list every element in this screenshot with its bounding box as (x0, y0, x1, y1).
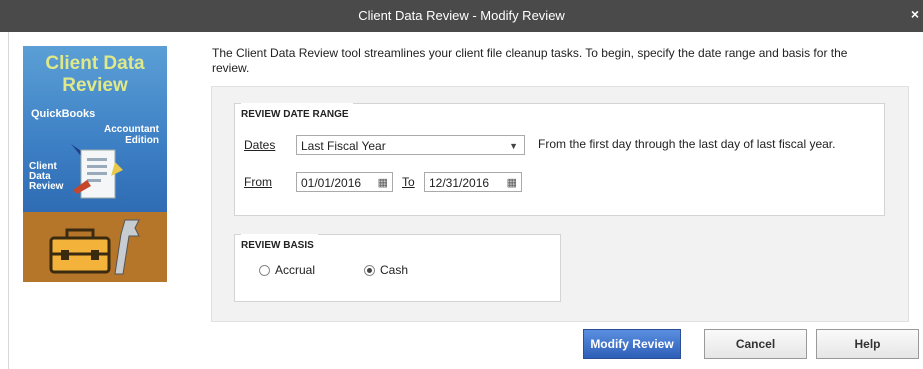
from-label-text: From (244, 175, 272, 189)
side-heading-line1: Client Data (45, 53, 145, 74)
document-icon (71, 144, 123, 199)
toolbox-icon (49, 219, 140, 275)
dates-description: From the first day through the last day … (538, 137, 836, 151)
dates-label: Dates (244, 138, 275, 152)
intro-text: The Client Data Review tool streamlines … (212, 46, 848, 75)
side-illustration-top: Client Data Review QuickBooks Accountant… (23, 46, 167, 212)
to-label-text: To (402, 175, 415, 189)
window-title: Client Data Review - Modify Review (358, 8, 565, 23)
help-button[interactable]: Help (816, 329, 919, 359)
title-bar[interactable]: Client Data Review - Modify Review × (0, 0, 923, 32)
cash-radio[interactable] (364, 265, 375, 276)
dialog-window: Client Data Review - Modify Review × Cli… (0, 0, 923, 369)
calendar-icon[interactable]: ▦ (507, 173, 517, 193)
cancel-button[interactable]: Cancel (704, 329, 807, 359)
from-date-value: 01/01/2016 (301, 176, 362, 190)
side-illustration: Client Data Review QuickBooks Accountant… (23, 46, 167, 282)
dates-label-text: Dates (244, 138, 276, 152)
review-date-range-group: REVIEW DATE RANGE Dates Last Fiscal Year… (234, 103, 885, 216)
window-left-border (0, 32, 9, 369)
accrual-radio[interactable] (259, 265, 270, 276)
calendar-icon[interactable]: ▦ (378, 173, 388, 193)
dates-select-value: Last Fiscal Year (301, 139, 386, 153)
accrual-label[interactable]: Accrual (275, 263, 315, 277)
review-date-range-title: REVIEW DATE RANGE (241, 103, 353, 120)
to-date-field[interactable]: 12/31/2016 ▦ (424, 172, 522, 192)
chevron-down-icon[interactable]: ▼ (509, 136, 518, 156)
cash-label[interactable]: Cash (380, 263, 408, 277)
settings-panel: REVIEW DATE RANGE Dates Last Fiscal Year… (211, 86, 909, 322)
side-illustration-bottom (23, 212, 167, 282)
to-date-value: 12/31/2016 (429, 176, 490, 190)
from-date-field[interactable]: 01/01/2016 ▦ (296, 172, 393, 192)
side-doc-line3: Review (29, 181, 64, 192)
review-basis-group: REVIEW BASIS Accrual Cash (234, 234, 561, 302)
modify-review-button[interactable]: Modify Review (583, 329, 681, 359)
from-label: From (244, 175, 272, 189)
to-label: To (402, 175, 415, 189)
side-heading-line2: Review (62, 75, 128, 96)
side-brand: QuickBooks (31, 108, 96, 120)
dates-select[interactable]: Last Fiscal Year ▼ (296, 135, 525, 155)
side-doc-caption: Client Data Review (29, 162, 63, 192)
review-basis-title: REVIEW BASIS (241, 234, 318, 251)
close-icon[interactable]: × (911, 6, 919, 22)
